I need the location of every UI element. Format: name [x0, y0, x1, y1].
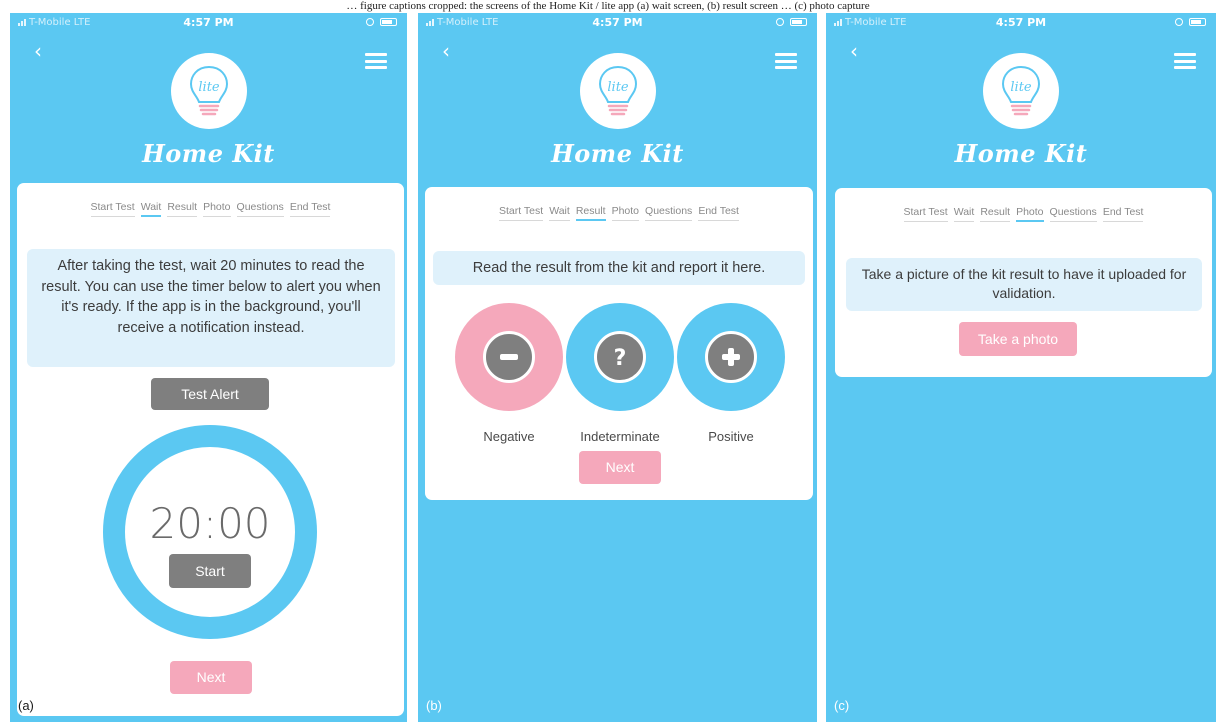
content-card: Start Test Wait Result Photo Questions E…	[835, 188, 1212, 377]
tab-wait[interactable]: Wait	[140, 201, 162, 217]
tab-result[interactable]: Result	[980, 206, 1011, 222]
start-timer-button[interactable]: Start	[169, 554, 251, 588]
status-bar: T-Mobile LTE 4:57 PM	[826, 16, 1216, 30]
svg-text:lite: lite	[198, 80, 220, 95]
carrier-label: T-Mobile LTE	[426, 16, 498, 30]
step-tabs: Start Test Wait Result Photo Questions E…	[835, 206, 1212, 222]
step-tabs: Start Test Wait Result Photo Questions E…	[17, 201, 404, 217]
tab-start-test[interactable]: Start Test	[90, 201, 135, 217]
photo-instructions: Take a picture of the kit result to have…	[846, 258, 1202, 311]
app-logo: lite	[983, 53, 1059, 129]
status-time: 4:57 PM	[183, 16, 234, 29]
signal-icon	[834, 18, 842, 26]
app-logo: lite	[579, 53, 656, 129]
test-alert-button[interactable]: Test Alert	[151, 378, 269, 410]
wait-instructions: After taking the test, wait 20 minutes t…	[27, 249, 395, 367]
next-button[interactable]: Next	[579, 451, 661, 484]
carrier-label: T-Mobile LTE	[18, 16, 90, 30]
phone-screen-photo: T-Mobile LTE 4:57 PM ‹ lite Home Kit Sta…	[826, 13, 1216, 722]
svg-text:?: ?	[614, 346, 627, 371]
hamburger-menu-icon[interactable]	[365, 53, 387, 69]
minus-icon	[483, 331, 535, 383]
question-icon: ?	[594, 331, 646, 383]
negative-result-button[interactable]	[455, 303, 563, 411]
brand-title: Home Kit	[551, 139, 684, 168]
content-card: Start Test Wait Result Photo Questions E…	[17, 183, 404, 716]
negative-label: Negative	[483, 429, 535, 444]
indeterminate-result-button[interactable]: ?	[566, 303, 674, 411]
panel-label-b: (b)	[426, 698, 442, 713]
take-photo-button[interactable]: Take a photo	[959, 322, 1077, 356]
tab-result[interactable]: Result	[167, 201, 198, 217]
battery-icon	[380, 18, 397, 26]
phone-screen-wait: T-Mobile LTE 4:57 PM ‹ lite Home Kit Sta…	[10, 13, 407, 722]
phone-screen-result: T-Mobile LTE 4:57 PM ‹ lite Home Kit Sta…	[418, 13, 817, 722]
indeterminate-label: Indeterminate	[580, 429, 660, 444]
app-logo: lite	[170, 53, 247, 129]
timer-display: 20:00	[149, 499, 271, 548]
location-icon	[776, 18, 784, 26]
status-bar: T-Mobile LTE 4:57 PM	[418, 16, 817, 30]
tab-photo[interactable]: Photo	[611, 205, 640, 221]
battery-icon	[790, 18, 807, 26]
hamburger-menu-icon[interactable]	[775, 53, 797, 69]
positive-result-button[interactable]	[677, 303, 785, 411]
tab-start-test[interactable]: Start Test	[499, 205, 544, 221]
location-icon	[366, 18, 374, 26]
tab-questions[interactable]: Questions	[236, 201, 284, 217]
tab-result[interactable]: Result	[575, 205, 606, 221]
tab-end-test[interactable]: End Test	[698, 205, 739, 221]
back-button[interactable]: ‹	[850, 41, 870, 61]
brand-title: Home Kit	[954, 139, 1088, 168]
panel-label-a: (a)	[18, 698, 34, 713]
signal-icon	[18, 18, 26, 26]
timer-ring: 20:00	[103, 425, 317, 639]
battery-icon	[1189, 18, 1206, 26]
back-button[interactable]: ‹	[442, 41, 462, 61]
status-time: 4:57 PM	[995, 16, 1047, 29]
tab-questions[interactable]: Questions	[645, 205, 693, 221]
tab-wait[interactable]: Wait	[549, 205, 570, 221]
figure-caption: … figure captions cropped: the screens o…	[346, 0, 870, 12]
carrier-label: T-Mobile LTE	[834, 16, 906, 30]
brand-title: Home Kit	[142, 139, 275, 168]
result-instructions: Read the result from the kit and report …	[433, 251, 805, 285]
tab-wait[interactable]: Wait	[953, 206, 975, 222]
content-card: Start Test Wait Result Photo Questions E…	[425, 187, 813, 500]
svg-text:lite: lite	[1010, 80, 1032, 95]
tab-photo[interactable]: Photo	[203, 201, 231, 217]
next-button[interactable]: Next	[170, 661, 252, 694]
tab-start-test[interactable]: Start Test	[903, 206, 948, 222]
plus-icon	[705, 331, 757, 383]
panel-label-c: (c)	[834, 698, 850, 713]
status-time: 4:57 PM	[592, 16, 643, 29]
back-button[interactable]: ‹	[34, 41, 54, 61]
signal-icon	[426, 18, 434, 26]
svg-text:lite: lite	[607, 80, 629, 95]
tab-end-test[interactable]: End Test	[1102, 206, 1144, 222]
positive-label: Positive	[708, 429, 754, 444]
tab-photo[interactable]: Photo	[1016, 206, 1044, 222]
status-bar: T-Mobile LTE 4:57 PM	[10, 16, 407, 30]
hamburger-menu-icon[interactable]	[1174, 53, 1196, 69]
location-icon	[1175, 18, 1183, 26]
step-tabs: Start Test Wait Result Photo Questions E…	[425, 205, 813, 221]
tab-end-test[interactable]: End Test	[289, 201, 331, 217]
tab-questions[interactable]: Questions	[1049, 206, 1097, 222]
